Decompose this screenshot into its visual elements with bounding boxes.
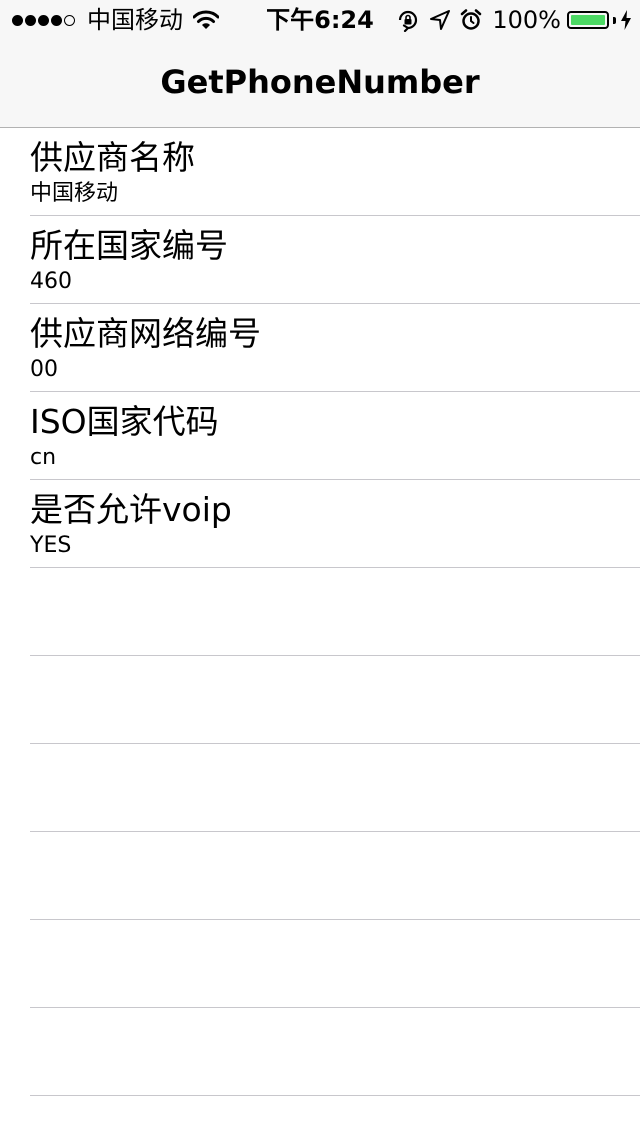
table-row[interactable]: 是否允许voip YES — [0, 480, 640, 568]
battery-tip — [613, 16, 616, 24]
empty-table-row — [0, 568, 640, 656]
signal-dot — [64, 14, 75, 26]
row-title: 所在国家编号 — [30, 226, 228, 265]
empty-table-row — [0, 656, 640, 744]
carrier-name: 中国移动 — [87, 6, 183, 34]
navigation-bar: GetPhoneNumber — [0, 40, 640, 128]
empty-table-row — [0, 1008, 640, 1096]
signal-strength-icon — [12, 14, 77, 26]
battery-fill — [571, 15, 605, 25]
charging-bolt-icon — [621, 10, 631, 30]
rotation-lock-icon — [399, 10, 418, 32]
row-detail: 中国移动 — [30, 181, 119, 206]
info-table: 供应商名称中国移动所在国家编号 460 供应商网络编号 00 ISO国家代码 cn 是否允许… — [0, 128, 640, 1096]
wifi-icon — [193, 10, 219, 29]
battery-percent: 100% — [492, 6, 561, 34]
empty-table-row — [0, 920, 640, 1008]
table-row[interactable]: ISO国家代码 cn — [0, 392, 640, 480]
location-arrow-icon — [430, 10, 451, 30]
row-detail: YES — [30, 533, 72, 558]
table-row[interactable]: 供应商网络编号 00 — [0, 304, 640, 392]
battery-icon — [567, 11, 609, 29]
page-title: GetPhoneNumber — [160, 63, 480, 101]
row-title: ISO国家代码 — [30, 402, 219, 441]
row-title: 供应商名称 — [30, 138, 195, 177]
row-title: 是否允许voip — [30, 490, 232, 529]
table-row[interactable]: 供应商名称 中国移动 — [0, 128, 640, 216]
empty-table-row — [0, 832, 640, 920]
signal-dot — [25, 14, 36, 26]
table-row[interactable]: 所在国家编号 460 — [0, 216, 640, 304]
row-detail: 460 — [30, 269, 72, 294]
row-title: 供应商网络编号 — [30, 314, 261, 353]
status-right: 100% — [396, 6, 632, 34]
empty-table-row — [0, 744, 640, 832]
signal-dot — [38, 14, 49, 26]
status-bar: 中国移动 下午6:24 100% — [0, 0, 640, 40]
row-detail: cn — [30, 445, 57, 470]
alarm-icon — [461, 9, 482, 30]
signal-dot — [12, 14, 23, 26]
row-detail: 00 — [30, 357, 58, 382]
signal-dot — [51, 14, 62, 26]
status-left: 中国移动 — [12, 6, 219, 34]
